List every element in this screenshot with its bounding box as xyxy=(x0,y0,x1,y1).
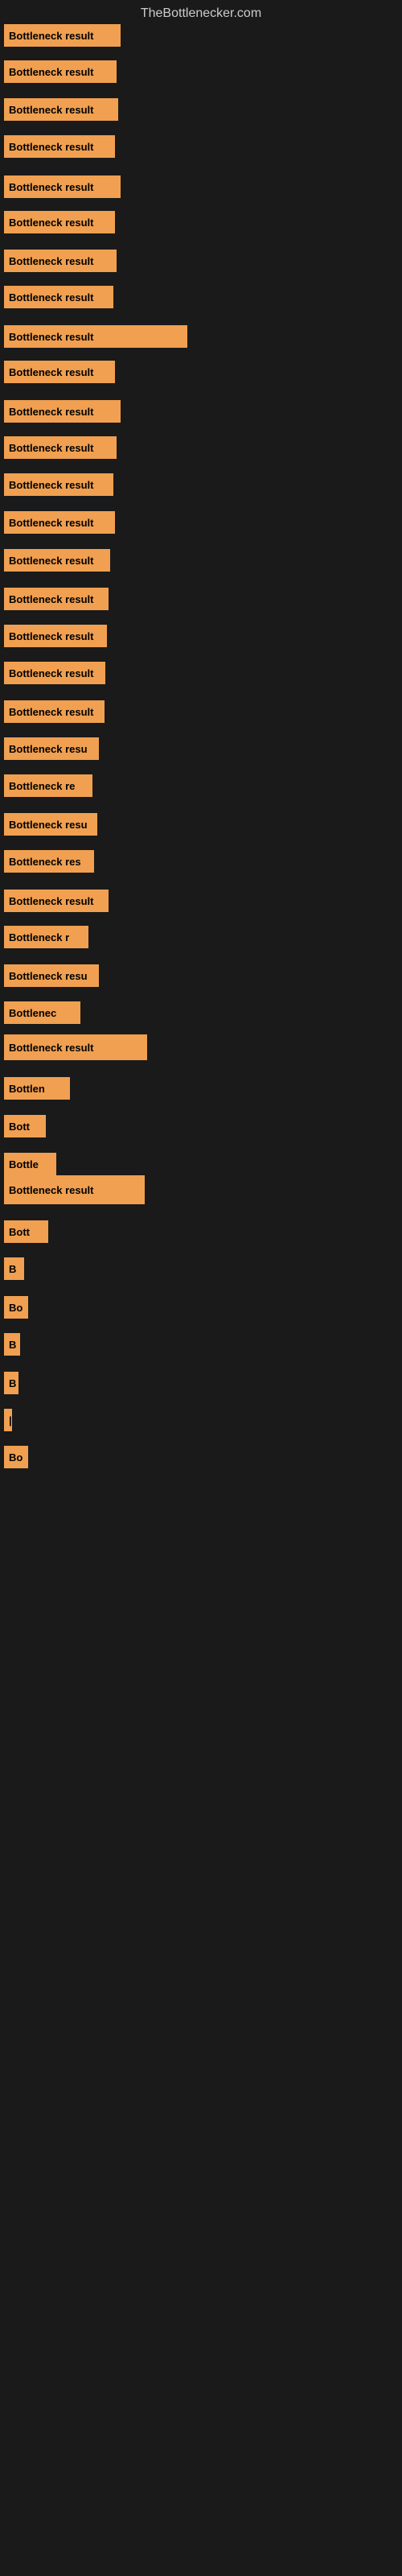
bottleneck-bar: Bottleneck r xyxy=(4,926,88,948)
bottleneck-bar: Bo xyxy=(4,1296,28,1319)
bottleneck-bar: Bottleneck result xyxy=(4,662,105,684)
bottleneck-bar: Bottleneck result xyxy=(4,1034,147,1060)
site-title: TheBottlenecker.com xyxy=(141,6,261,21)
bottleneck-bar: Bottleneck resu xyxy=(4,737,99,760)
bottleneck-bar: Bottleneck result xyxy=(4,890,109,912)
bottleneck-bar: Bottleneck result xyxy=(4,436,117,459)
bottleneck-bar: Bottle xyxy=(4,1153,56,1175)
bottleneck-bar: Bott xyxy=(4,1115,46,1137)
bottleneck-bar: Bottleneck result xyxy=(4,588,109,610)
bottleneck-bar: Bottleneck result xyxy=(4,60,117,83)
bottleneck-bar: Bottleneck res xyxy=(4,850,94,873)
bottleneck-bar: Bottleneck result xyxy=(4,511,115,534)
bottleneck-bar: Bottleneck re xyxy=(4,774,92,797)
bottleneck-bar: Bottlenec xyxy=(4,1001,80,1024)
bottleneck-bar: Bottleneck result xyxy=(4,1175,145,1204)
bottleneck-bar: Bo xyxy=(4,1446,28,1468)
bottleneck-bar: Bottleneck resu xyxy=(4,964,99,987)
bottleneck-bar: Bottleneck result xyxy=(4,325,187,348)
bottleneck-bar: B xyxy=(4,1257,24,1280)
bottleneck-bar: Bottleneck result xyxy=(4,286,113,308)
bottleneck-bar: Bottleneck result xyxy=(4,98,118,121)
bottleneck-bar: B xyxy=(4,1333,20,1356)
bottleneck-bar: Bottleneck result xyxy=(4,625,107,647)
bottleneck-bar: B xyxy=(4,1372,18,1394)
bottleneck-bar: Bottleneck result xyxy=(4,473,113,496)
bottleneck-bar: Bottleneck result xyxy=(4,24,121,47)
bottleneck-bar: Bottleneck result xyxy=(4,175,121,198)
bottleneck-bar: | xyxy=(4,1409,12,1431)
bottleneck-bar: Bottleneck result xyxy=(4,400,121,423)
bottleneck-bar: Bottleneck result xyxy=(4,549,110,572)
bottleneck-bar: Bottleneck result xyxy=(4,211,115,233)
bottleneck-bar: Bottleneck result xyxy=(4,700,105,723)
bottleneck-bar: Bott xyxy=(4,1220,48,1243)
bottleneck-bar: Bottlen xyxy=(4,1077,70,1100)
bottleneck-bar: Bottleneck result xyxy=(4,361,115,383)
bottleneck-bar: Bottleneck resu xyxy=(4,813,97,836)
bottleneck-bar: Bottleneck result xyxy=(4,135,115,158)
bottleneck-bar: Bottleneck result xyxy=(4,250,117,272)
